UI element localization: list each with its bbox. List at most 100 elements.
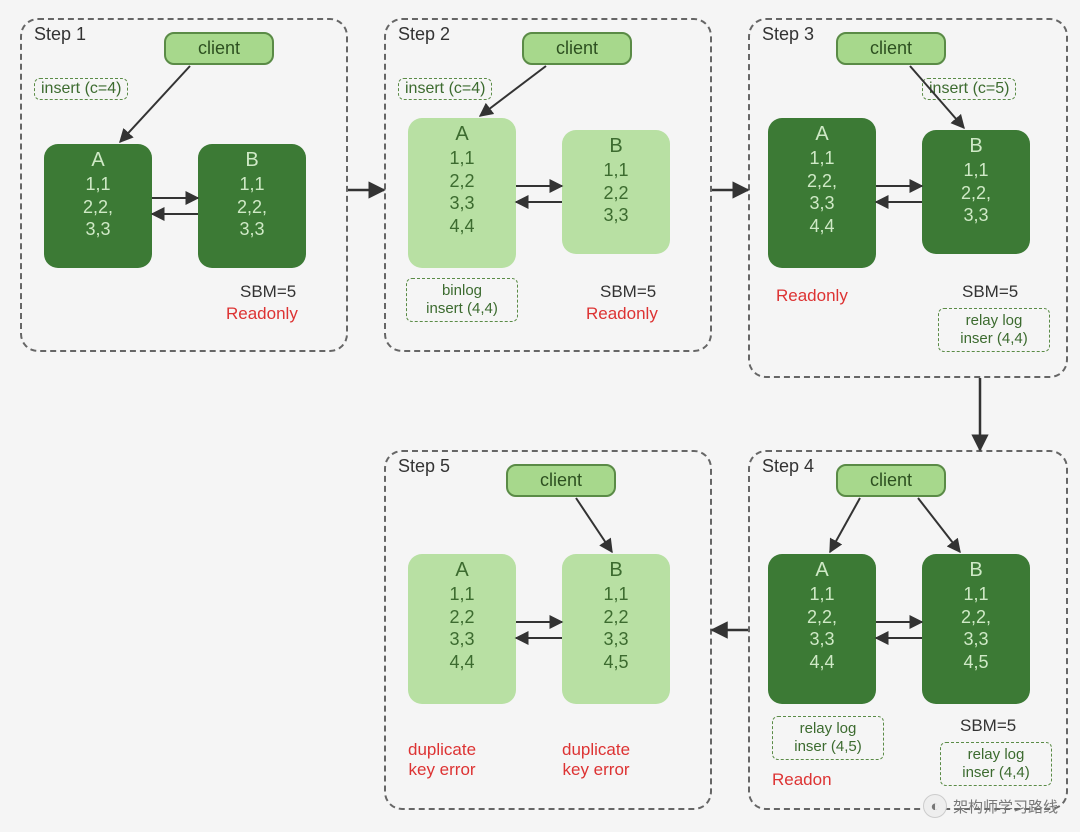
client-label: client bbox=[540, 470, 582, 490]
relay-line1: relay log bbox=[800, 720, 857, 737]
node-row: 4,5 bbox=[562, 651, 670, 674]
node-row: 2,2 bbox=[408, 170, 516, 193]
step4-readonly: Readon bbox=[772, 770, 832, 790]
step-3-title: Step 3 bbox=[762, 24, 814, 45]
binlog-line2: insert (4,4) bbox=[426, 300, 498, 317]
client-label: client bbox=[556, 38, 598, 58]
node-name: B bbox=[245, 149, 258, 171]
step4-relaylog-a: relay log inser (4,5) bbox=[772, 716, 884, 760]
node-name: A bbox=[815, 559, 828, 581]
step2-node-a: A1,12,23,34,4 bbox=[408, 118, 516, 268]
step1-insert: insert (c=4) bbox=[34, 78, 128, 100]
node-row: 2,2, bbox=[922, 182, 1030, 205]
node-row: 1,1 bbox=[198, 173, 306, 196]
step3-readonly: Readonly bbox=[776, 286, 848, 306]
watermark: ◐ 架构师学习路线 bbox=[923, 794, 1058, 818]
step-4-title: Step 4 bbox=[762, 456, 814, 477]
dup-line1: duplicate bbox=[562, 740, 630, 759]
step-1-title: Step 1 bbox=[34, 24, 86, 45]
step1-node-b: B1,12,2,3,3 bbox=[198, 144, 306, 268]
relay-line2: inser (4,5) bbox=[794, 738, 862, 755]
relay-line1: relay log bbox=[966, 312, 1023, 329]
node-row: 2,2 bbox=[408, 606, 516, 629]
wechat-icon: ◐ bbox=[923, 794, 947, 818]
insert-c4: insert (c=4) bbox=[41, 80, 121, 97]
node-row: 1,1 bbox=[44, 173, 152, 196]
diagram-canvas: Step 1 client insert (c=4) A1,12,2,3,3 B… bbox=[0, 0, 1080, 832]
node-row: 1,1 bbox=[408, 147, 516, 170]
node-row: 1,1 bbox=[922, 583, 1030, 606]
step1-sbm: SBM=5 bbox=[240, 282, 296, 302]
step2-client: client bbox=[522, 32, 632, 65]
node-row: 3,3 bbox=[562, 204, 670, 227]
step5-dup-a: duplicate key error bbox=[408, 740, 476, 781]
node-row: 1,1 bbox=[562, 159, 670, 182]
step3-node-b: B1,12,2,3,3 bbox=[922, 130, 1030, 254]
client-label: client bbox=[870, 470, 912, 490]
node-row: 1,1 bbox=[562, 583, 670, 606]
node-row: 3,3 bbox=[562, 628, 670, 651]
node-name: B bbox=[969, 135, 982, 157]
step3-client: client bbox=[836, 32, 946, 65]
node-row: 3,3 bbox=[408, 628, 516, 651]
node-row: 1,1 bbox=[408, 583, 516, 606]
relay-line2: inser (4,4) bbox=[962, 764, 1030, 781]
step2-binlog: binlog insert (4,4) bbox=[406, 278, 518, 322]
node-row: 2,2 bbox=[562, 606, 670, 629]
node-row: 4,4 bbox=[408, 215, 516, 238]
node-row: 1,1 bbox=[768, 147, 876, 170]
step-5-title: Step 5 bbox=[398, 456, 450, 477]
node-name: A bbox=[91, 149, 104, 171]
step1-readonly: Readonly bbox=[226, 304, 298, 324]
node-name: B bbox=[609, 559, 622, 581]
relay-line2: inser (4,4) bbox=[960, 330, 1028, 347]
node-row: 2,2, bbox=[922, 606, 1030, 629]
node-row: 3,3 bbox=[922, 628, 1030, 651]
step4-node-b: B1,12,2,3,34,5 bbox=[922, 554, 1030, 704]
node-row: 2,2, bbox=[44, 196, 152, 219]
step-2-title: Step 2 bbox=[398, 24, 450, 45]
step4-client: client bbox=[836, 464, 946, 497]
node-row: 2,2 bbox=[562, 182, 670, 205]
node-row: 3,3 bbox=[198, 218, 306, 241]
client-label: client bbox=[198, 38, 240, 58]
step2-readonly: Readonly bbox=[586, 304, 658, 324]
node-row: 4,4 bbox=[408, 651, 516, 674]
node-row: 4,5 bbox=[922, 651, 1030, 674]
step3-sbm: SBM=5 bbox=[962, 282, 1018, 302]
step5-client: client bbox=[506, 464, 616, 497]
node-row: 2,2, bbox=[768, 170, 876, 193]
node-row: 3,3 bbox=[768, 628, 876, 651]
step2-insert: insert (c=4) bbox=[398, 78, 492, 100]
step1-client: client bbox=[164, 32, 274, 65]
step3-relaylog: relay log inser (4,4) bbox=[938, 308, 1050, 352]
step3-insert: insert (c=5) bbox=[922, 78, 1016, 100]
node-row: 4,4 bbox=[768, 215, 876, 238]
relay-line1: relay log bbox=[968, 746, 1025, 763]
node-row: 4,4 bbox=[768, 651, 876, 674]
insert-c4: insert (c=4) bbox=[405, 80, 485, 97]
watermark-text: 架构师学习路线 bbox=[953, 796, 1058, 817]
node-row: 2,2, bbox=[768, 606, 876, 629]
client-label: client bbox=[870, 38, 912, 58]
node-row: 3,3 bbox=[408, 192, 516, 215]
node-name: B bbox=[609, 135, 622, 157]
node-name: A bbox=[815, 123, 828, 145]
step5-node-b: B1,12,23,34,5 bbox=[562, 554, 670, 704]
step5-dup-b: duplicate key error bbox=[562, 740, 630, 781]
node-row: 3,3 bbox=[44, 218, 152, 241]
node-row: 3,3 bbox=[768, 192, 876, 215]
node-row: 2,2, bbox=[198, 196, 306, 219]
step2-node-b: B1,12,23,3 bbox=[562, 130, 670, 254]
step2-sbm: SBM=5 bbox=[600, 282, 656, 302]
node-row: 1,1 bbox=[922, 159, 1030, 182]
step4-node-a: A1,12,2,3,34,4 bbox=[768, 554, 876, 704]
binlog-line1: binlog bbox=[442, 282, 482, 299]
node-name: B bbox=[969, 559, 982, 581]
insert-c5: insert (c=5) bbox=[929, 80, 1009, 97]
node-name: A bbox=[455, 559, 468, 581]
step5-node-a: A1,12,23,34,4 bbox=[408, 554, 516, 704]
step4-sbm: SBM=5 bbox=[960, 716, 1016, 736]
dup-line2: key error bbox=[408, 760, 475, 779]
step3-node-a: A1,12,2,3,34,4 bbox=[768, 118, 876, 268]
